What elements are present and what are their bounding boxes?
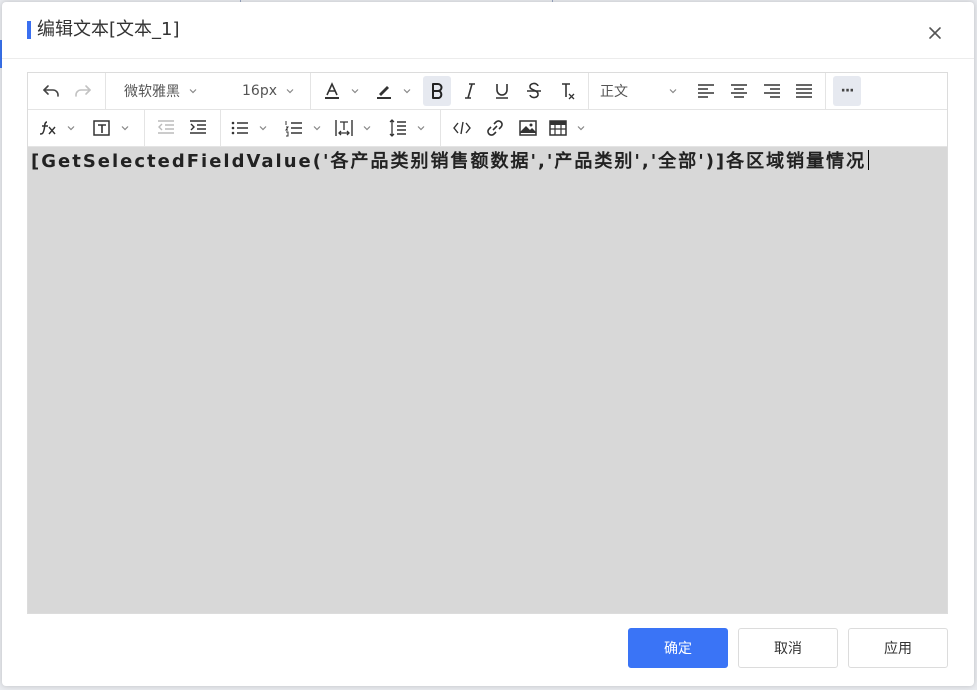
align-right-button[interactable] (758, 76, 786, 106)
paragraph-style-select[interactable]: 正文 (600, 76, 682, 106)
letter-spacing-icon (335, 120, 353, 136)
link-button[interactable] (481, 113, 509, 143)
outdent-button[interactable] (152, 113, 180, 143)
code-icon (453, 121, 471, 135)
indent-button[interactable] (184, 113, 212, 143)
toolbar-separator (220, 110, 221, 146)
chevron-down-icon (312, 123, 322, 133)
formula-button[interactable] (38, 113, 82, 143)
editor-content-area[interactable]: [GetSelectedFieldValue('各产品类别销售额数据','产品类… (28, 147, 947, 613)
bullet-list-button[interactable] (230, 113, 274, 143)
chevron-down-icon (350, 86, 360, 96)
chevron-down-icon (362, 123, 372, 133)
font-color-icon (325, 82, 339, 99)
chevron-down-icon (416, 123, 426, 133)
chevron-down-icon (66, 123, 76, 133)
numbered-list-button[interactable] (284, 113, 328, 143)
chevron-down-icon (668, 86, 678, 96)
numbered-list-icon (285, 121, 302, 137)
align-right-icon (764, 84, 780, 98)
letter-spacing-button[interactable] (334, 113, 378, 143)
text-cursor (868, 150, 870, 170)
chevron-down-icon (402, 86, 412, 96)
dialog-header: 编辑文本[文本_1] (2, 2, 974, 59)
clear-format-icon (562, 83, 575, 100)
toolbar-separator (825, 73, 826, 109)
toolbar-separator (310, 73, 311, 109)
italic-icon (465, 83, 475, 99)
justify-button[interactable] (790, 76, 818, 106)
dialog-title: 编辑文本[文本_1] (37, 19, 180, 40)
toolbar-separator (588, 73, 589, 109)
line-height-button[interactable] (388, 113, 432, 143)
chevron-down-icon (258, 123, 268, 133)
editor-text[interactable]: [GetSelectedFieldValue('各产品类别销售额数据','产品类… (31, 149, 870, 175)
redo-icon (75, 85, 91, 97)
rich-text-editor: 微软雅黑 16px 正文 ··· [GetSelectedFieldValue(… (27, 72, 948, 614)
link-icon (487, 120, 503, 136)
underline-button[interactable] (488, 76, 516, 106)
chevron-down-icon (285, 86, 295, 96)
table-button[interactable] (548, 113, 592, 143)
image-icon (519, 120, 537, 136)
clear-format-button[interactable] (552, 76, 582, 106)
formula-icon (39, 121, 56, 135)
outdent-icon (158, 120, 174, 134)
undo-icon (43, 85, 59, 97)
italic-button[interactable] (456, 76, 484, 106)
title-accent-bar (27, 21, 31, 39)
toolbar-separator (440, 110, 441, 146)
chevron-down-icon (120, 123, 130, 133)
highlight-color-button[interactable] (372, 76, 418, 106)
font-size-select[interactable]: 16px (242, 76, 302, 106)
bullet-list-icon (231, 121, 248, 135)
chevron-down-icon (188, 86, 198, 96)
strikethrough-button[interactable] (520, 76, 548, 106)
editor-text-content: [GetSelectedFieldValue('各产品类别销售额数据','产品类… (31, 151, 867, 172)
edit-text-dialog: 编辑文本[文本_1] 微软雅黑 16px 正文 ··· [GetSelected… (2, 2, 974, 686)
indent-icon (190, 120, 206, 134)
align-left-icon (698, 84, 714, 98)
align-left-button[interactable] (692, 76, 720, 106)
justify-icon (796, 84, 812, 98)
toolbar-separator (144, 110, 145, 146)
chevron-down-icon (576, 123, 586, 133)
highlighter-icon (377, 86, 391, 99)
bold-icon (432, 83, 443, 99)
font-color-button[interactable] (318, 76, 366, 106)
font-size-value: 16px (242, 83, 277, 99)
font-family-value: 微软雅黑 (124, 84, 180, 100)
code-button[interactable] (448, 113, 476, 143)
apply-button[interactable]: 应用 (848, 628, 948, 668)
more-button[interactable]: ··· (833, 76, 861, 106)
more-icon: ··· (840, 83, 855, 99)
paragraph-style-value: 正文 (600, 84, 628, 100)
line-height-icon (389, 119, 406, 137)
toolbar-row-1: 微软雅黑 16px 正文 ··· (28, 73, 947, 110)
table-icon (549, 120, 567, 136)
bold-button[interactable] (423, 76, 451, 106)
text-box-button[interactable] (92, 113, 136, 143)
undo-button[interactable] (36, 76, 66, 106)
align-center-icon (731, 84, 747, 98)
align-center-button[interactable] (725, 76, 753, 106)
cancel-button[interactable]: 取消 (738, 628, 838, 668)
font-family-select[interactable]: 微软雅黑 (124, 76, 216, 106)
toolbar-row-2 (28, 110, 947, 147)
close-icon (929, 27, 941, 39)
image-button[interactable] (514, 113, 542, 143)
redo-button[interactable] (68, 76, 98, 106)
confirm-button[interactable]: 确定 (628, 628, 728, 668)
close-button[interactable] (924, 22, 946, 44)
underline-icon (496, 84, 508, 99)
text-box-icon (93, 120, 110, 136)
strikethrough-icon (527, 82, 541, 99)
toolbar-separator (105, 73, 106, 109)
